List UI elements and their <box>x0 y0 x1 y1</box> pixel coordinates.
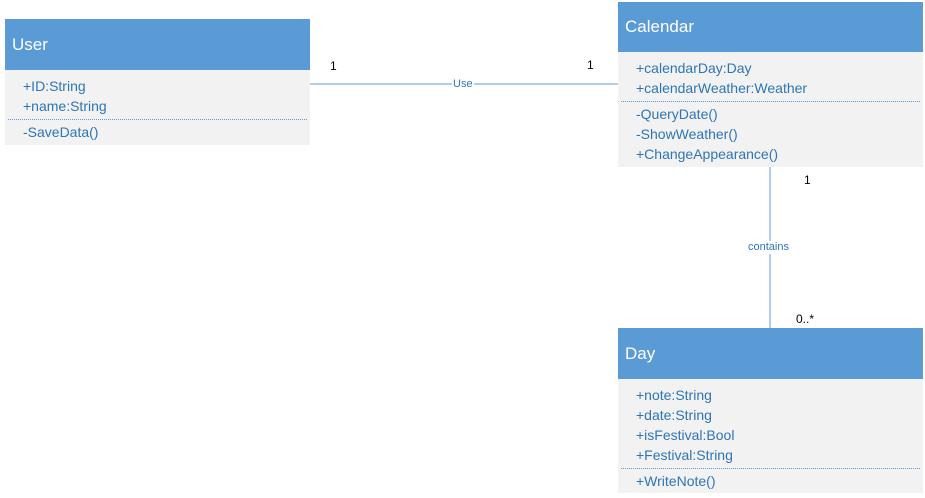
operation: -SaveData() <box>23 124 99 140</box>
contains-source-multiplicity: 1 <box>804 173 811 187</box>
attribute: +calendarWeather:Weather <box>636 80 808 96</box>
attribute: +name:String <box>23 98 107 114</box>
class-day-attributes: +note:String +date:String +isFestival:Bo… <box>618 379 923 468</box>
operation: +ChangeAppearance() <box>636 146 779 162</box>
use-source-multiplicity: 1 <box>330 59 337 73</box>
class-calendar[interactable]: Calendar +calendarDay:Day +calendarWeath… <box>618 2 923 167</box>
class-day-name: Day <box>618 328 923 379</box>
attribute: +calendarDay:Day <box>636 60 752 76</box>
class-calendar-name: Calendar <box>618 2 923 52</box>
operation: -QueryDate() <box>636 106 718 122</box>
class-user[interactable]: User +ID:String +name:String -SaveData() <box>5 19 310 145</box>
operation: +WriteNote() <box>636 473 716 489</box>
attribute: +note:String <box>636 387 712 403</box>
operation: -ShowWeather() <box>636 126 738 142</box>
attribute: +isFestival:Bool <box>636 427 735 443</box>
use-association-label: Use <box>452 78 474 91</box>
class-day-operations: +WriteNote() <box>618 469 923 494</box>
attribute: +date:String <box>636 407 712 423</box>
class-day[interactable]: Day +note:String +date:String +isFestiva… <box>618 328 923 493</box>
contains-association-label: contains <box>747 241 790 254</box>
class-user-attributes: +ID:String +name:String <box>5 70 310 119</box>
class-user-operations: -SaveData() <box>5 120 310 145</box>
attribute: +ID:String <box>23 78 86 94</box>
class-user-name: User <box>5 19 310 70</box>
class-calendar-attributes: +calendarDay:Day +calendarWeather:Weathe… <box>618 52 923 101</box>
class-calendar-operations: -QueryDate() -ShowWeather() +ChangeAppea… <box>618 102 923 167</box>
attribute: +Festival:String <box>636 447 733 463</box>
use-target-multiplicity: 1 <box>587 58 594 72</box>
contains-target-multiplicity: 0..* <box>796 312 815 326</box>
